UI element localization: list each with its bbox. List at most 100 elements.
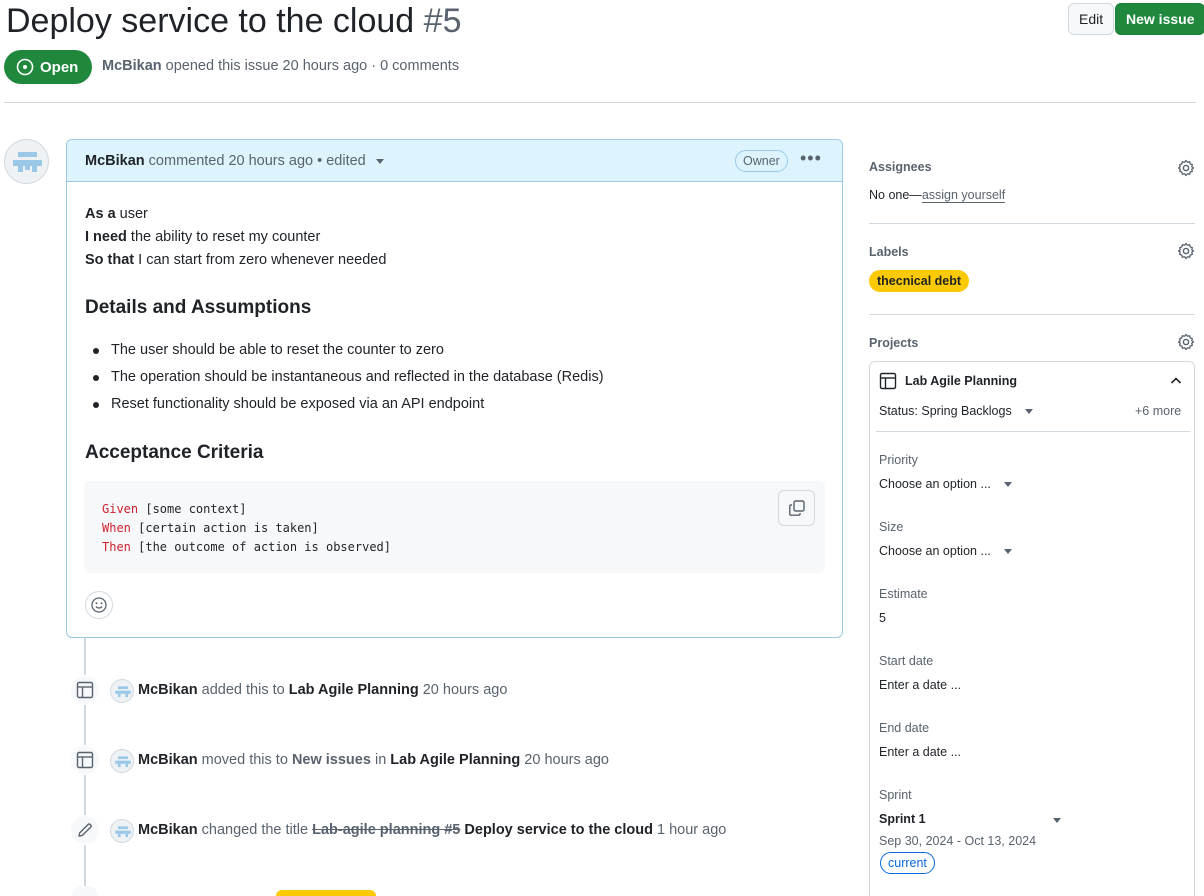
- size-value: Choose an option ...: [879, 544, 991, 558]
- timeline-event-added: McBikan added this to Lab Agile Planning…: [138, 682, 507, 698]
- project-link[interactable]: Lab Agile Planning: [289, 682, 419, 698]
- avatar[interactable]: [110, 679, 134, 703]
- size-select[interactable]: Choose an option ...: [879, 544, 1013, 558]
- more-fields-link[interactable]: +6 more: [1135, 404, 1181, 418]
- sidebar-divider: [869, 314, 1195, 315]
- assignees-heading: Assignees: [869, 160, 932, 174]
- caret-down-icon[interactable]: [375, 158, 384, 164]
- code-text: [some context]: [138, 502, 247, 516]
- story-text: user: [115, 206, 148, 222]
- timeline-event-moved: McBikan moved this to New issues in Lab …: [138, 752, 609, 768]
- start-date-label: Start date: [879, 654, 934, 668]
- event-time[interactable]: 20 hours ago: [520, 752, 609, 768]
- code-block: Given [some context] When [certain actio…: [84, 481, 825, 573]
- issue-comment: McBikan commented 20 hours ago • edited …: [66, 139, 843, 638]
- kebab-icon[interactable]: •••: [800, 148, 822, 169]
- timeline-event-icon: [70, 815, 100, 845]
- comment-author-link[interactable]: McBikan: [85, 153, 145, 169]
- table-icon: [76, 751, 94, 769]
- avatar[interactable]: [110, 749, 134, 773]
- column-name: New issues: [291, 752, 371, 768]
- code-text: [certain action is taken]: [130, 521, 319, 535]
- table-icon: [76, 681, 94, 699]
- avatar[interactable]: [4, 139, 49, 184]
- owner-badge: Owner: [735, 150, 788, 172]
- gear-icon[interactable]: [1177, 242, 1195, 260]
- project-name-link[interactable]: Lab Agile Planning: [905, 374, 1017, 388]
- issue-open-icon: [16, 58, 34, 76]
- gear-icon[interactable]: [1177, 333, 1195, 351]
- issue-title-text: Deploy service to the cloud: [6, 2, 415, 40]
- chevron-up-icon[interactable]: [1168, 373, 1184, 389]
- actor-link[interactable]: McBikan: [138, 822, 198, 838]
- project-divider: [876, 431, 1190, 432]
- new-issue-button[interactable]: New issue: [1115, 3, 1204, 35]
- sprint-label: Sprint: [879, 788, 912, 802]
- estimate-field[interactable]: 5: [879, 611, 886, 625]
- story-strong: I need: [85, 229, 127, 245]
- actor-link[interactable]: McBikan: [138, 682, 198, 698]
- edit-button[interactable]: Edit: [1068, 3, 1115, 35]
- story-line: As a user: [85, 203, 825, 226]
- project-status-value: Status: Spring Backlogs: [879, 404, 1012, 418]
- add-reaction-button[interactable]: [85, 591, 113, 619]
- caret-down-icon: [1053, 818, 1061, 823]
- details-list: The user should be able to reset the cou…: [93, 337, 604, 418]
- comment-body: As a user I need the ability to reset my…: [85, 203, 825, 272]
- story-strong: As a: [85, 206, 116, 222]
- code-text: [the outcome of action is observed]: [130, 540, 391, 554]
- caret-down-icon: [1004, 549, 1013, 555]
- list-item: The operation should be instantaneous an…: [93, 364, 604, 391]
- caret-down-icon: [1025, 409, 1034, 415]
- timeline-event-icon: [70, 675, 100, 705]
- assignees-value: No one—assign yourself: [869, 188, 1006, 203]
- details-heading: Details and Assumptions: [85, 297, 312, 318]
- issue-title: Deploy service to the cloud #5: [6, 0, 462, 42]
- story-text: I can start from zero whenever needed: [134, 252, 387, 268]
- start-date-field[interactable]: Enter a date ...: [879, 678, 961, 692]
- timeline-event-partial: [72, 886, 98, 896]
- gear-icon[interactable]: [1177, 159, 1195, 177]
- smiley-icon: [91, 597, 107, 613]
- code-keyword: Given: [102, 502, 139, 516]
- story-line: I need the ability to reset my counter: [85, 226, 825, 249]
- priority-value: Choose an option ...: [879, 477, 991, 491]
- projects-heading: Projects: [869, 336, 919, 350]
- label-pill-partial: [276, 890, 376, 896]
- issue-number: #5: [423, 2, 462, 40]
- assign-yourself-link[interactable]: assign yourself: [921, 188, 1006, 203]
- comment-meta: McBikan commented 20 hours ago • edited: [85, 153, 384, 169]
- table-icon: [879, 372, 897, 390]
- sprint-value: Sprint 1: [879, 812, 926, 826]
- label-pill[interactable]: thecnical debt: [869, 270, 970, 292]
- issue-meta: McBikan opened this issue 20 hours ago ·…: [102, 58, 459, 74]
- end-date-field[interactable]: Enter a date ...: [879, 745, 961, 759]
- assignees-none: No one—: [869, 188, 922, 202]
- event-time[interactable]: 20 hours ago: [419, 682, 508, 698]
- project-status-select[interactable]: Status: Spring Backlogs: [879, 404, 1034, 418]
- event-time[interactable]: 1 hour ago: [653, 822, 726, 838]
- pencil-icon: [78, 823, 92, 837]
- project-link[interactable]: Lab Agile Planning: [390, 752, 520, 768]
- actor-link[interactable]: McBikan: [138, 752, 198, 768]
- event-text: changed the title: [197, 822, 313, 838]
- project-card: Lab Agile Planning Status: Spring Backlo…: [869, 361, 1195, 896]
- issue-state-badge: Open: [4, 50, 93, 84]
- list-item: The user should be able to reset the cou…: [93, 337, 604, 364]
- priority-select[interactable]: Choose an option ...: [879, 477, 1013, 491]
- caret-down-icon: [1004, 482, 1013, 488]
- copy-button[interactable]: [778, 490, 815, 526]
- avatar[interactable]: [110, 819, 134, 843]
- code-keyword: When: [102, 521, 131, 535]
- list-item: Reset functionality should be exposed vi…: [93, 391, 604, 418]
- story-line: So that I can start from zero whenever n…: [85, 249, 825, 272]
- timeline-event-icon: [70, 745, 100, 775]
- story-text: the ability to reset my counter: [126, 229, 321, 245]
- comment-meta-text[interactable]: commented 20 hours ago • edited: [149, 153, 366, 169]
- labels-heading: Labels: [869, 245, 909, 259]
- issue-author-link[interactable]: McBikan: [102, 58, 162, 74]
- avatar-identicon: [13, 152, 42, 172]
- issue-state-label: Open: [40, 58, 79, 76]
- sprint-select[interactable]: Sprint 1: [879, 812, 1061, 826]
- comment-header: McBikan commented 20 hours ago • edited …: [67, 140, 842, 182]
